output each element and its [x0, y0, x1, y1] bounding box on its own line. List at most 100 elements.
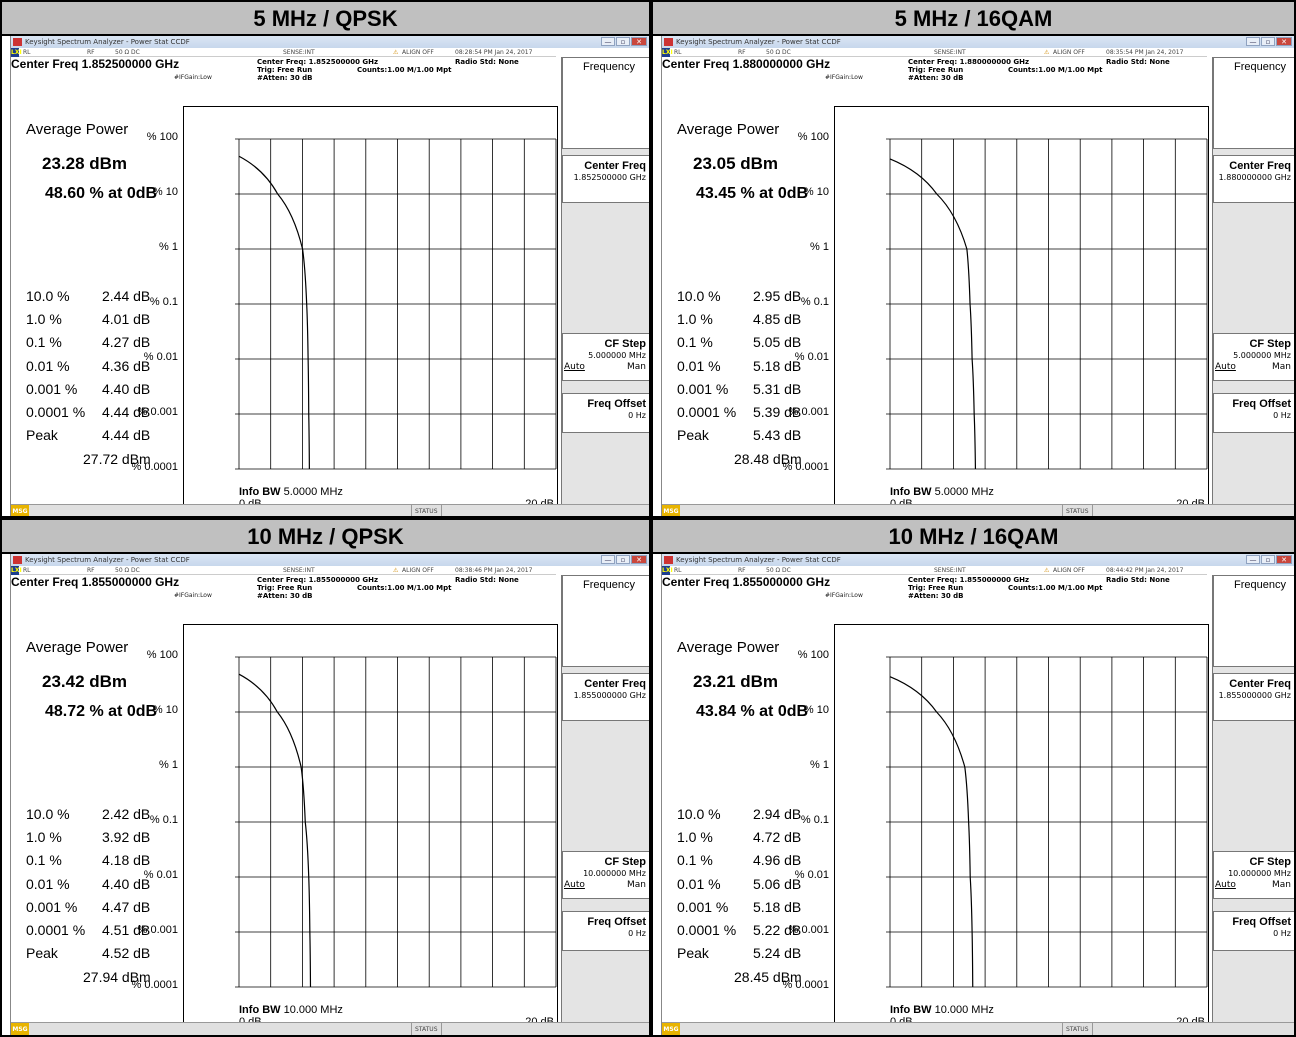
cf-step-softkey[interactable]: CF Step 5.000000 MHz Auto Man [1213, 333, 1294, 381]
cf-step-softkey-label: CF Step [1249, 856, 1291, 868]
center-freq-softkey-label: Center Freq [584, 160, 646, 172]
center-freq-title: Center Freq 1.855000000 GHz [662, 575, 831, 589]
maximize-button[interactable]: ▫ [1261, 37, 1275, 46]
status-indicator[interactable]: STATUS [411, 505, 442, 516]
softkey-menu-title: Frequency [1213, 57, 1294, 149]
ccdf-result-value: 4.85 dB [753, 311, 802, 328]
info-bw-value: 5.0000 MHz [283, 486, 343, 498]
window-titlebar: Keysight Spectrum Analyzer - Power Stat … [11, 554, 649, 566]
ccdf-result-label: Peak [26, 945, 58, 962]
align-indicator: ALIGN OFF [402, 49, 434, 56]
counts-setting: Counts:1.00 M/1.00 Mpt [357, 66, 452, 74]
ccdf-result-label: 0.001 % [26, 898, 78, 915]
warning-icon: ⚠ [1044, 49, 1050, 56]
analyzer-screenshot: Keysight Spectrum Analyzer - Power Stat … [10, 36, 649, 516]
status-indicator[interactable]: STATUS [411, 1023, 442, 1035]
cf-step-man-option[interactable]: Man [1272, 880, 1291, 890]
cf-step-softkey[interactable]: CF Step 10.000000 MHz Auto Man [562, 851, 649, 899]
window-title: Keysight Spectrum Analyzer - Power Stat … [676, 556, 841, 564]
measurement-settings: Center Freq: 1.880000000 GHz Trig: Free … [908, 58, 1170, 82]
center-freq-softkey-value: 1.855000000 GHz [1218, 691, 1291, 700]
measurement-panel-2: 5 MHz / 16QAM Keysight Spectrum Analyzer… [651, 0, 1296, 518]
freq-offset-softkey[interactable]: Freq Offset 0 Hz [1213, 393, 1294, 433]
ccdf-result-value: 4.01 dB [102, 311, 151, 328]
freq-offset-softkey-value: 0 Hz [628, 411, 646, 420]
minimize-button[interactable]: — [1246, 555, 1260, 564]
ccdf-result-value: 2.44 dB [102, 288, 151, 304]
average-power-label: Average Power [26, 121, 129, 138]
maximize-button[interactable]: ▫ [1261, 555, 1275, 564]
maximize-button[interactable]: ▫ [616, 555, 630, 564]
radio-std-setting: Radio Std: None [1106, 58, 1170, 66]
ifgain-setting: #IFGain:Low [825, 74, 863, 81]
cf-step-softkey[interactable]: CF Step 10.000000 MHz Auto Man [1213, 851, 1294, 899]
ccdf-plot: 0 dB 20 dB [183, 624, 558, 1028]
minimize-button[interactable]: — [601, 555, 615, 564]
sense-indicator: SENSE:INT [283, 49, 315, 56]
ccdf-result-label: 1.0 % [677, 829, 713, 846]
cf-step-man-option[interactable]: Man [1272, 362, 1291, 372]
percent-at-0db: 43.45 % at 0dB [696, 185, 809, 202]
rl-indicator: RL [674, 49, 682, 56]
cf-step-auto-option[interactable]: Auto [564, 880, 585, 890]
average-power-value: 23.21 dBm [693, 672, 779, 691]
ccdf-result-value: 4.96 dB [753, 852, 802, 869]
freq-offset-softkey[interactable]: Freq Offset 0 Hz [562, 911, 649, 951]
cf-step-auto-option[interactable]: Auto [564, 362, 585, 372]
maximize-button[interactable]: ▫ [616, 37, 630, 46]
info-bw: Info BW 5.0000 MHz [239, 486, 343, 498]
panel-caption: 10 MHz / 16QAM [653, 520, 1294, 554]
ccdf-comparison-grid: 5 MHz / QPSK Keysight Spectrum Analyzer … [0, 0, 1296, 1037]
ccdf-result-label: 0.01 % [26, 875, 70, 892]
center-freq-setting: Center Freq: 1.855000000 GHz [257, 576, 379, 584]
softkey-panel: Frequency Center Freq 1.880000000 GHz CF… [1212, 57, 1294, 504]
info-bw: Info BW 10.000 MHz [239, 1004, 343, 1016]
freq-offset-softkey[interactable]: Freq Offset 0 Hz [1213, 911, 1294, 951]
center-freq-softkey[interactable]: Center Freq 1.852500000 GHz [562, 155, 649, 203]
center-freq-softkey[interactable]: Center Freq 1.880000000 GHz [1213, 155, 1294, 203]
ccdf-results-table: 10.0 % 2.44 dB 1.0 % 4.01 dB 0.1 % 4.27 dB 0.0… [26, 288, 176, 450]
close-button[interactable]: ✕ [631, 37, 647, 46]
close-button[interactable]: ✕ [631, 555, 647, 564]
rf-indicator: RF [87, 49, 95, 56]
msg-indicator[interactable]: MSG [662, 1023, 680, 1035]
cf-step-man-option[interactable]: Man [627, 880, 646, 890]
status-indicator[interactable]: STATUS [1062, 1023, 1093, 1035]
softkey-panel: Frequency Center Freq 1.852500000 GHz CF… [561, 57, 649, 504]
center-freq-softkey-value: 1.855000000 GHz [573, 691, 646, 700]
msg-indicator[interactable]: MSG [11, 505, 29, 516]
ifgain-setting: #IFGain:Low [174, 592, 212, 599]
status-indicator[interactable]: STATUS [1062, 505, 1093, 516]
ccdf-result-label: 10.0 % [677, 806, 721, 822]
center-freq-softkey[interactable]: Center Freq 1.855000000 GHz [562, 673, 649, 721]
ccdf-result-row: 0.001 % 4.47 dB [26, 899, 176, 922]
freq-offset-softkey-label: Freq Offset [1232, 916, 1291, 928]
close-button[interactable]: ✕ [1276, 37, 1292, 46]
freq-offset-softkey[interactable]: Freq Offset 0 Hz [562, 393, 649, 433]
average-power-value: 23.28 dBm [42, 154, 128, 173]
cf-step-auto-option[interactable]: Auto [1215, 880, 1236, 890]
info-bw-label: Info BW [890, 486, 932, 498]
cf-step-softkey[interactable]: CF Step 5.000000 MHz Auto Man [562, 333, 649, 381]
center-freq-setting: Center Freq: 1.852500000 GHz [257, 58, 379, 66]
center-freq-softkey[interactable]: Center Freq 1.855000000 GHz [1213, 673, 1294, 721]
measurement-panel-1: 5 MHz / QPSK Keysight Spectrum Analyzer … [0, 0, 651, 518]
align-indicator: ALIGN OFF [1053, 49, 1085, 56]
ccdf-result-row: Peak 4.44 dB [26, 427, 176, 450]
ccdf-result-value: 3.92 dB [102, 829, 151, 846]
frequency-menu-label: Frequency [1234, 579, 1286, 591]
msg-indicator[interactable]: MSG [662, 505, 680, 516]
lxi-logo-icon: LXI [662, 566, 673, 575]
timestamp: 08:44:42 PM Jan 24, 2017 [1106, 567, 1184, 574]
ccdf-result-label: Peak [677, 945, 709, 962]
cf-step-auto-option[interactable]: Auto [1215, 362, 1236, 372]
close-button[interactable]: ✕ [1276, 555, 1292, 564]
ccdf-result-label: 0.0001 % [677, 403, 737, 420]
cf-step-man-option[interactable]: Man [627, 362, 646, 372]
ccdf-result-value: 5.43 dB [753, 427, 802, 444]
minimize-button[interactable]: — [601, 37, 615, 46]
align-indicator: ALIGN OFF [402, 567, 434, 574]
ccdf-result-label: 10.0 % [677, 288, 721, 304]
minimize-button[interactable]: — [1246, 37, 1260, 46]
msg-indicator[interactable]: MSG [11, 1023, 29, 1035]
